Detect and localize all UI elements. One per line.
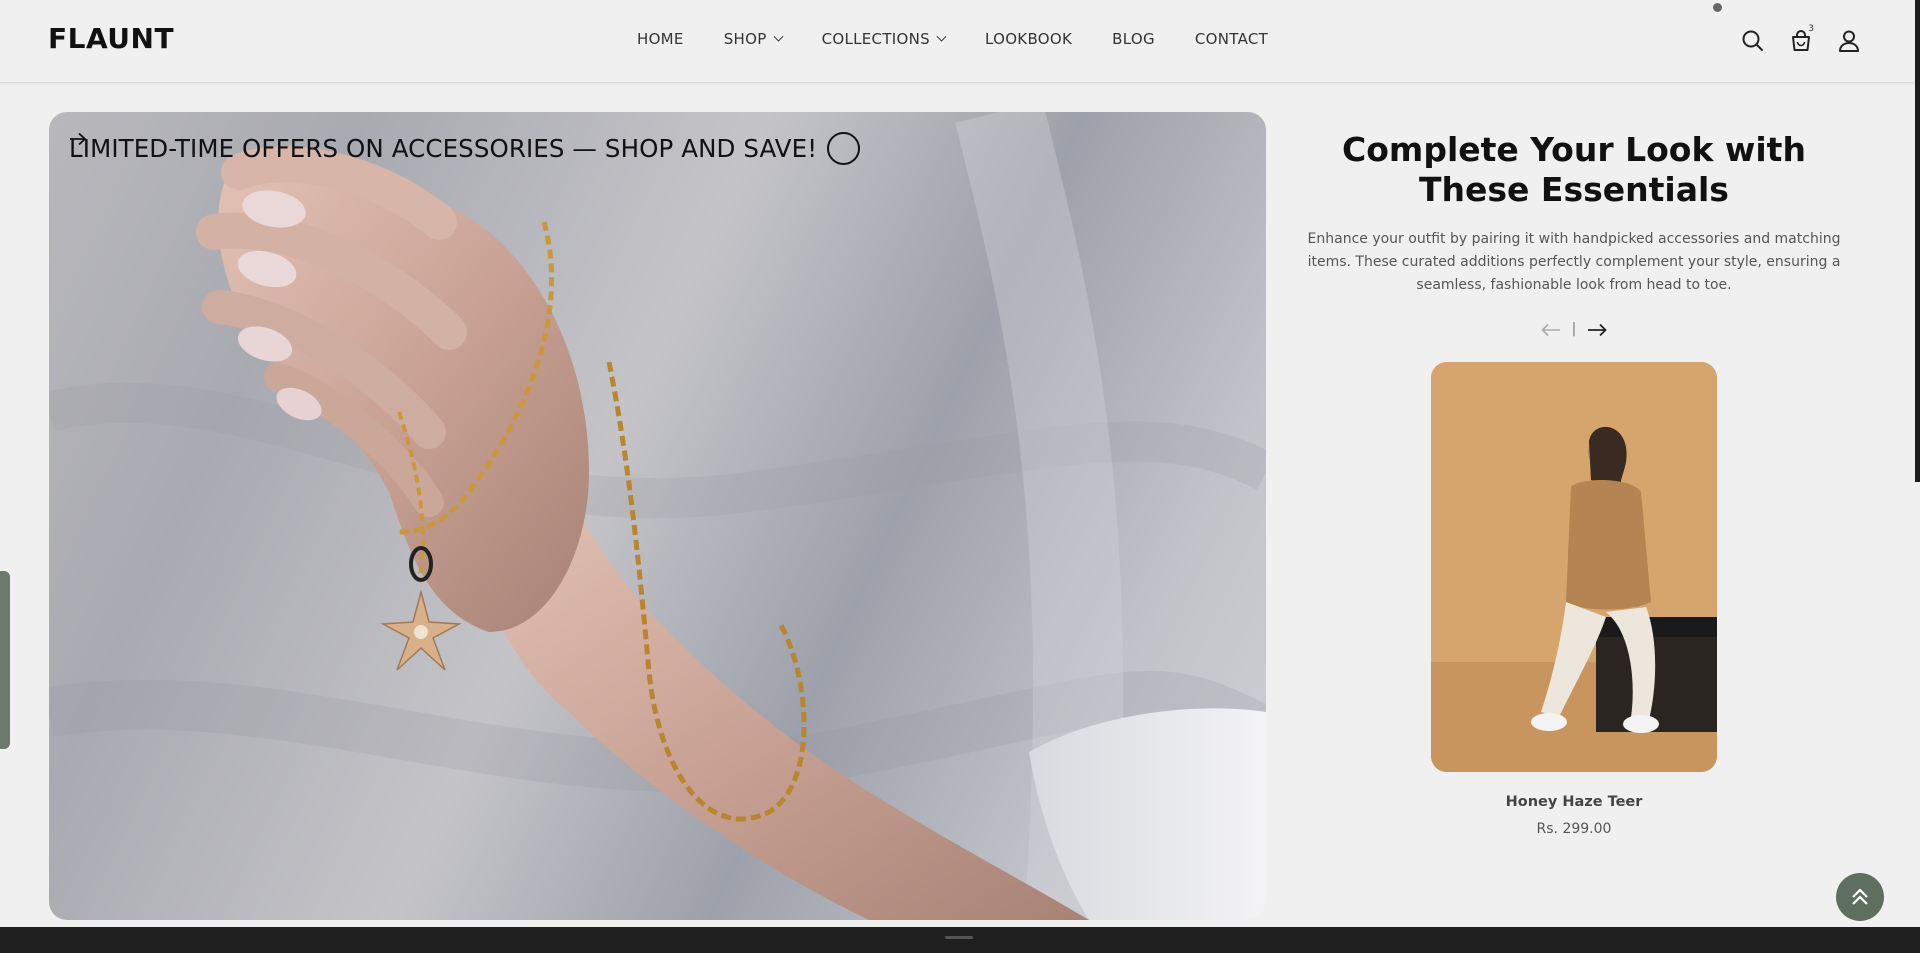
product-image[interactable] [1431,362,1717,772]
nav-collections[interactable]: COLLECTIONS [821,30,947,48]
nav-label: LOOKBOOK [984,30,1073,48]
hero-banner-image[interactable]: LIMITED-TIME OFFERS ON ACCESSORIES — SHO… [49,112,1266,920]
nav-home[interactable]: HOME [637,30,684,48]
carousel-pager: | [1300,321,1848,337]
double-chevron-up-icon [1852,888,1868,905]
section-title: Complete Your Look with These Essentials [1342,130,1806,209]
nav-label: COLLECTIONS [821,30,930,48]
nav-label: CONTACT [1194,30,1269,48]
promo-banner[interactable]: LIMITED-TIME OFFERS ON ACCESSORIES — SHO… [69,132,861,165]
logo[interactable]: FLAUNT [48,22,174,55]
chevron-down-icon [773,31,784,42]
product-photo [1431,362,1717,772]
drag-handle[interactable] [945,936,973,939]
indicator-dot [1713,3,1722,12]
cart-count-badge: 3 [1808,24,1814,34]
nav-blog[interactable]: BLOG [1112,30,1155,48]
arrow-left-icon[interactable] [1540,322,1562,337]
product-price: Rs. 299.00 [1536,821,1612,837]
bottom-bar [0,927,1920,953]
product-name[interactable]: Honey Haze Teer [1300,794,1848,810]
nav-label: BLOG [1112,30,1155,48]
nav-shop[interactable]: SHOP [723,30,784,48]
pager-separator: | [1571,321,1577,337]
side-drawer-tab[interactable] [0,571,10,749]
scrollbar-thumb[interactable] [1915,0,1920,482]
chevron-down-icon [936,31,947,42]
arrow-right-icon[interactable] [1586,322,1608,337]
main-nav: HOME SHOP COLLECTIONS LOOKBOOK BLOG CONT… [637,30,1268,48]
site-header: FLAUNT HOME SHOP COLLECTIONS LOOKBOOK BL… [0,0,1920,83]
search-icon[interactable] [1740,28,1766,54]
promo-text: LIMITED-TIME OFFERS ON ACCESSORIES — SHO… [69,134,818,163]
scroll-to-top-button[interactable] [1836,873,1884,921]
essentials-panel: Complete Your Look with These Essentials… [1300,130,1848,837]
user-icon[interactable] [1836,28,1862,54]
nav-contact[interactable]: CONTACT [1195,30,1268,48]
header-actions: 3 [1718,24,1862,54]
cart-icon[interactable]: 3 [1788,24,1814,54]
nav-label: SHOP [723,30,767,48]
arrow-right-circle-icon[interactable] [70,132,861,165]
nav-lookbook[interactable]: LOOKBOOK [985,30,1072,48]
nav-label: HOME [637,30,684,48]
section-description: Enhance your outfit by pairing it with h… [1307,231,1841,293]
hero-photo [49,112,1266,920]
